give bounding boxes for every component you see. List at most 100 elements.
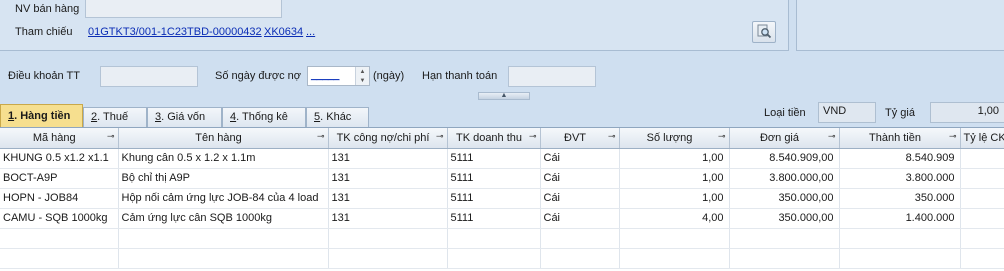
table-cell[interactable]: [960, 188, 1004, 209]
table-cell[interactable]: 3.800.000: [839, 168, 961, 189]
reference-link-export[interactable]: XK0634: [264, 26, 303, 38]
search-icon: [756, 23, 772, 42]
table-cell[interactable]: CAMU - SQB 1000kg: [0, 208, 119, 229]
tab-thong-ke[interactable]: 4. Thống kê: [222, 107, 306, 127]
table-cell[interactable]: [839, 228, 961, 249]
due-date-input[interactable]: [508, 66, 596, 87]
tab-gia-von[interactable]: 3. Giá vốn: [147, 107, 222, 127]
side-info-group: [796, 0, 1004, 51]
table-row[interactable]: BOCT-A9P Bộ chỉ thị A9P 131 5111 Cái 1,00 3.80…: [0, 168, 1004, 189]
table-cell[interactable]: 131: [328, 168, 448, 189]
search-button[interactable]: [752, 21, 776, 43]
column-header-tk-cong-no[interactable]: TK công nợ/chi phí ⊸: [328, 128, 448, 149]
table-cell[interactable]: [619, 248, 730, 269]
grid-header: Mã hàng ⊸ Tên hàng ⊸ TK công nợ/chi phí ⊸ T…: [0, 128, 1004, 149]
pin-icon[interactable]: ⊸: [436, 131, 444, 142]
table-cell[interactable]: 350.000,00: [729, 188, 840, 209]
table-cell[interactable]: [729, 228, 840, 249]
credit-days-stepper[interactable]: _____ ▲ ▼: [307, 66, 370, 86]
reference-link-more[interactable]: ...: [306, 26, 315, 38]
pin-icon[interactable]: ⊸: [608, 131, 616, 142]
table-row[interactable]: [0, 248, 1004, 269]
stepper-arrows[interactable]: ▲ ▼: [355, 67, 369, 85]
table-cell[interactable]: 1,00: [619, 148, 730, 169]
table-cell[interactable]: Bộ chỉ thị A9P: [118, 168, 329, 189]
table-cell[interactable]: [328, 248, 448, 269]
table-cell[interactable]: BOCT-A9P: [0, 168, 119, 189]
table-cell[interactable]: [960, 148, 1004, 169]
table-cell[interactable]: 5111: [447, 208, 541, 229]
tab-hang-tien[interactable]: 1. Hàng tiền: [0, 104, 83, 127]
table-cell[interactable]: Khung cân 0.5 x 1.2 x 1.1m: [118, 148, 329, 169]
table-cell[interactable]: [540, 228, 620, 249]
table-cell[interactable]: [960, 168, 1004, 189]
table-cell[interactable]: [619, 228, 730, 249]
table-cell[interactable]: Hộp nối cảm ứng lực JOB-84 của 4 load: [118, 188, 329, 209]
table-row[interactable]: HOPN - JOB84 Hộp nối cảm ứng lực JOB-84 c…: [0, 188, 1004, 209]
table-cell[interactable]: [729, 248, 840, 269]
table-cell[interactable]: [0, 248, 119, 269]
table-cell[interactable]: 131: [328, 188, 448, 209]
column-header-don-gia[interactable]: Đơn giá ⊸: [729, 128, 840, 149]
table-cell[interactable]: [839, 248, 961, 269]
table-cell[interactable]: [960, 228, 1004, 249]
table-cell[interactable]: Cái: [540, 168, 620, 189]
table-cell[interactable]: HOPN - JOB84: [0, 188, 119, 209]
collapse-splitter[interactable]: ▲: [478, 92, 530, 100]
column-header-tk-doanh-thu[interactable]: TK doanh thu ⊸: [447, 128, 541, 149]
column-header-dvt[interactable]: ĐVT ⊸: [540, 128, 620, 149]
payment-terms-input[interactable]: [100, 66, 198, 87]
table-cell[interactable]: 1,00: [619, 188, 730, 209]
pin-icon[interactable]: ⊸: [107, 131, 115, 142]
table-cell[interactable]: 131: [328, 148, 448, 169]
table-cell[interactable]: [328, 228, 448, 249]
table-cell[interactable]: [0, 228, 119, 249]
table-cell[interactable]: 131: [328, 208, 448, 229]
table-row[interactable]: [0, 228, 1004, 249]
table-cell[interactable]: 350.000,00: [729, 208, 840, 229]
column-header-so-luong[interactable]: Số lượng ⊸: [619, 128, 730, 149]
table-cell[interactable]: 8.540.909,00: [729, 148, 840, 169]
pin-icon[interactable]: ⊸: [529, 131, 537, 142]
pin-icon[interactable]: ⊸: [828, 131, 836, 142]
column-header-ten-hang[interactable]: Tên hàng ⊸: [118, 128, 329, 149]
table-cell[interactable]: KHUNG 0.5 x1.2 x1.1: [0, 148, 119, 169]
reference-link-invoice[interactable]: 01GTKT3/001-1C23TBD-00000432: [88, 26, 262, 38]
table-row[interactable]: CAMU - SQB 1000kg Cảm ứng lực cân SQB 100…: [0, 208, 1004, 229]
table-cell[interactable]: 4,00: [619, 208, 730, 229]
tab-thue[interactable]: 2. Thuế: [83, 107, 147, 127]
column-header-ty-le-ck[interactable]: Tỷ lệ CK: [960, 128, 1004, 149]
table-cell[interactable]: 8.540.909: [839, 148, 961, 169]
table-cell[interactable]: [447, 228, 541, 249]
seller-input[interactable]: [85, 0, 282, 18]
exchange-rate-input[interactable]: 1,00: [930, 102, 1004, 123]
table-cell[interactable]: [540, 248, 620, 269]
stepper-up-icon[interactable]: ▲: [360, 69, 366, 75]
stepper-down-icon[interactable]: ▼: [360, 78, 366, 84]
pin-icon[interactable]: ⊸: [949, 131, 957, 142]
pin-icon[interactable]: ⊸: [317, 131, 325, 142]
table-cell[interactable]: 5111: [447, 188, 541, 209]
column-header-thanh-tien[interactable]: Thành tiền ⊸: [839, 128, 961, 149]
table-cell[interactable]: [118, 248, 329, 269]
table-cell[interactable]: 5111: [447, 148, 541, 169]
table-cell[interactable]: 350.000: [839, 188, 961, 209]
tab-khac[interactable]: 5. Khác: [306, 107, 369, 127]
pin-icon[interactable]: ⊸: [718, 131, 726, 142]
column-header-ma-hang[interactable]: Mã hàng ⊸: [0, 128, 119, 149]
table-cell[interactable]: [960, 248, 1004, 269]
table-cell[interactable]: Cảm ứng lực cân SQB 1000kg: [118, 208, 329, 229]
currency-select[interactable]: VND: [818, 102, 876, 123]
table-cell[interactable]: Cái: [540, 148, 620, 169]
table-cell[interactable]: 3.800.000,00: [729, 168, 840, 189]
table-cell[interactable]: [960, 208, 1004, 229]
table-cell[interactable]: 1.400.000: [839, 208, 961, 229]
table-cell[interactable]: Cái: [540, 208, 620, 229]
table-row[interactable]: KHUNG 0.5 x1.2 x1.1 Khung cân 0.5 x 1.2 x…: [0, 148, 1004, 169]
table-cell[interactable]: [447, 248, 541, 269]
table-cell[interactable]: Cái: [540, 188, 620, 209]
table-cell[interactable]: 5111: [447, 168, 541, 189]
column-header-label: Tên hàng: [195, 131, 242, 144]
table-cell[interactable]: [118, 228, 329, 249]
table-cell[interactable]: 1,00: [619, 168, 730, 189]
